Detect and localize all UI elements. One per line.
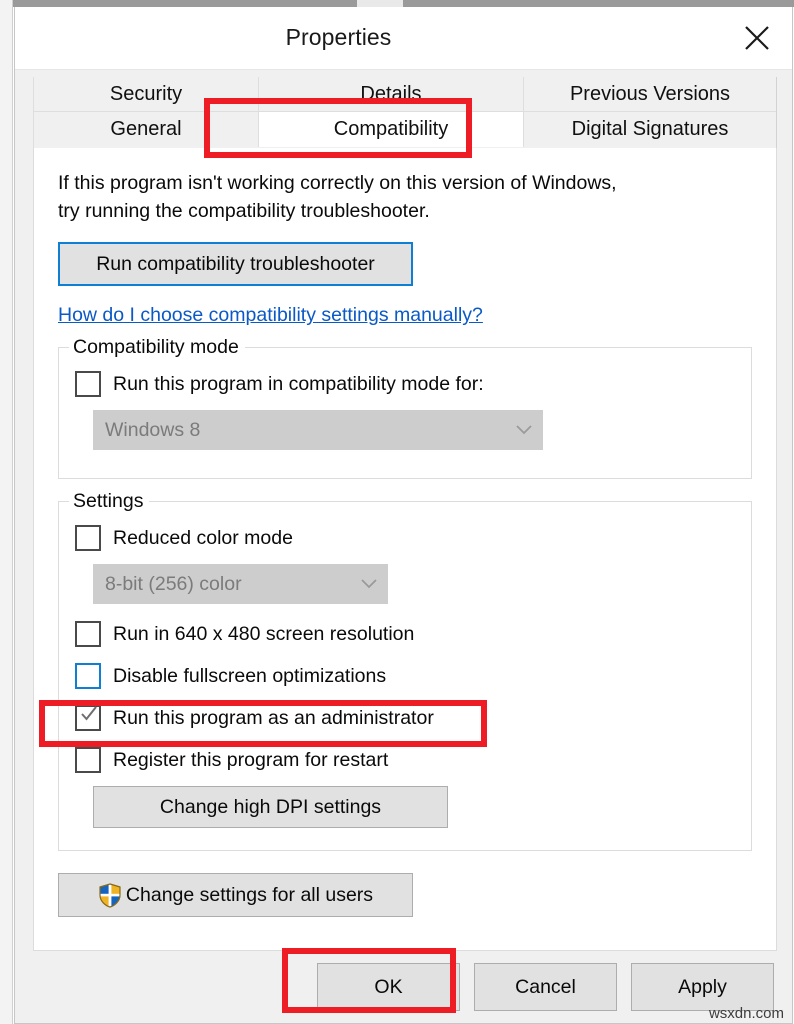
checkbox-row-compatibility-mode[interactable]: Run this program in compatibility mode f… bbox=[75, 368, 735, 400]
checkbox-row-screen-resolution[interactable]: Run in 640 x 480 screen resolution bbox=[75, 618, 735, 650]
intro-line-2: try running the compatibility troublesho… bbox=[58, 199, 430, 222]
checkmark-icon bbox=[80, 705, 98, 723]
close-button[interactable] bbox=[726, 7, 788, 69]
checkbox-row-fullscreen-optimizations[interactable]: Disable fullscreen optimizations bbox=[75, 660, 735, 692]
apply-button[interactable]: Apply bbox=[631, 963, 774, 1011]
dropdown-compatibility-os[interactable]: Windows 8 bbox=[93, 410, 543, 451]
tab-content-compatibility: If this program isn't working correctly … bbox=[33, 148, 777, 951]
change-settings-for-all-users-button[interactable]: Change settings for all users bbox=[58, 873, 413, 918]
background-top-nub bbox=[357, 0, 403, 7]
uac-shield-icon bbox=[98, 883, 122, 908]
checkbox-run-as-administrator-label: Run this program as an administrator bbox=[113, 706, 434, 729]
dialog-footer: OK Cancel Apply wsxdn.com bbox=[15, 951, 792, 1023]
group-settings: Settings Reduced color mode 8-bit (256) … bbox=[58, 490, 752, 852]
dialog-title: Properties bbox=[285, 24, 392, 50]
checkbox-run-640x480[interactable] bbox=[75, 621, 101, 648]
checkbox-run-compatibility-mode[interactable] bbox=[75, 371, 101, 398]
intro-line-1: If this program isn't working correctly … bbox=[58, 172, 617, 194]
intro-text: If this program isn't working correctly … bbox=[58, 170, 752, 225]
chevron-down-icon bbox=[360, 574, 378, 594]
close-icon bbox=[743, 24, 771, 52]
change-high-dpi-settings-button[interactable]: Change high DPI settings bbox=[93, 786, 448, 829]
tab-digital-signatures[interactable]: Digital Signatures bbox=[524, 112, 776, 147]
checkbox-reduced-color-mode[interactable] bbox=[75, 525, 101, 552]
checkbox-row-register-for-restart[interactable]: Register this program for restart bbox=[75, 744, 735, 776]
tab-general[interactable]: General bbox=[34, 112, 259, 147]
checkbox-row-reduced-color[interactable]: Reduced color mode bbox=[75, 522, 735, 554]
background-left-strip bbox=[0, 0, 13, 1024]
watermark: wsxdn.com bbox=[708, 1005, 784, 1022]
properties-dialog: Properties Security Details Previous Ver… bbox=[14, 7, 793, 1024]
tab-row-1: Security Details Previous Versions bbox=[34, 77, 776, 112]
tab-security[interactable]: Security bbox=[34, 77, 259, 112]
group-settings-legend: Settings bbox=[69, 490, 150, 514]
run-compatibility-troubleshooter-button[interactable]: Run compatibility troubleshooter bbox=[58, 242, 413, 287]
dropdown-color-depth-value: 8-bit (256) color bbox=[105, 572, 242, 595]
chevron-down-icon bbox=[515, 420, 533, 440]
tab-previous-versions[interactable]: Previous Versions bbox=[524, 77, 776, 112]
tab-details[interactable]: Details bbox=[259, 77, 524, 112]
tab-row-2: General Compatibility Digital Signatures bbox=[34, 112, 776, 147]
change-settings-for-all-users-label: Change settings for all users bbox=[125, 883, 374, 906]
tab-strip: Security Details Previous Versions Gener… bbox=[15, 70, 792, 148]
checkbox-row-run-as-administrator[interactable]: Run this program as an administrator bbox=[75, 702, 735, 734]
checkbox-disable-fullscreen-optimizations[interactable] bbox=[75, 663, 101, 690]
background-top-strip bbox=[13, 0, 794, 7]
dropdown-compatibility-os-value: Windows 8 bbox=[105, 418, 201, 441]
checkbox-register-for-restart[interactable] bbox=[75, 747, 101, 774]
tab-compatibility[interactable]: Compatibility bbox=[259, 112, 524, 147]
checkbox-register-for-restart-label: Register this program for restart bbox=[113, 748, 389, 771]
checkbox-disable-fullscreen-optimizations-label: Disable fullscreen optimizations bbox=[113, 664, 387, 687]
group-compatibility-mode: Compatibility mode Run this program in c… bbox=[58, 336, 752, 480]
tab-rows: Security Details Previous Versions Gener… bbox=[33, 77, 777, 148]
cancel-button[interactable]: Cancel bbox=[474, 963, 617, 1011]
checkbox-run-as-administrator[interactable] bbox=[75, 705, 101, 732]
ok-button[interactable]: OK bbox=[317, 963, 460, 1011]
group-compatibility-mode-legend: Compatibility mode bbox=[69, 336, 245, 360]
checkbox-run-640x480-label: Run in 640 x 480 screen resolution bbox=[113, 622, 415, 645]
checkbox-reduced-color-mode-label: Reduced color mode bbox=[113, 526, 293, 549]
dropdown-color-depth[interactable]: 8-bit (256) color bbox=[93, 564, 388, 605]
compatibility-settings-help-link[interactable]: How do I choose compatibility settings m… bbox=[58, 304, 483, 327]
checkbox-run-compatibility-mode-label: Run this program in compatibility mode f… bbox=[113, 372, 484, 395]
dialog-titlebar: Properties bbox=[15, 7, 792, 70]
screenshot-root: Properties Security Details Previous Ver… bbox=[0, 0, 794, 1024]
